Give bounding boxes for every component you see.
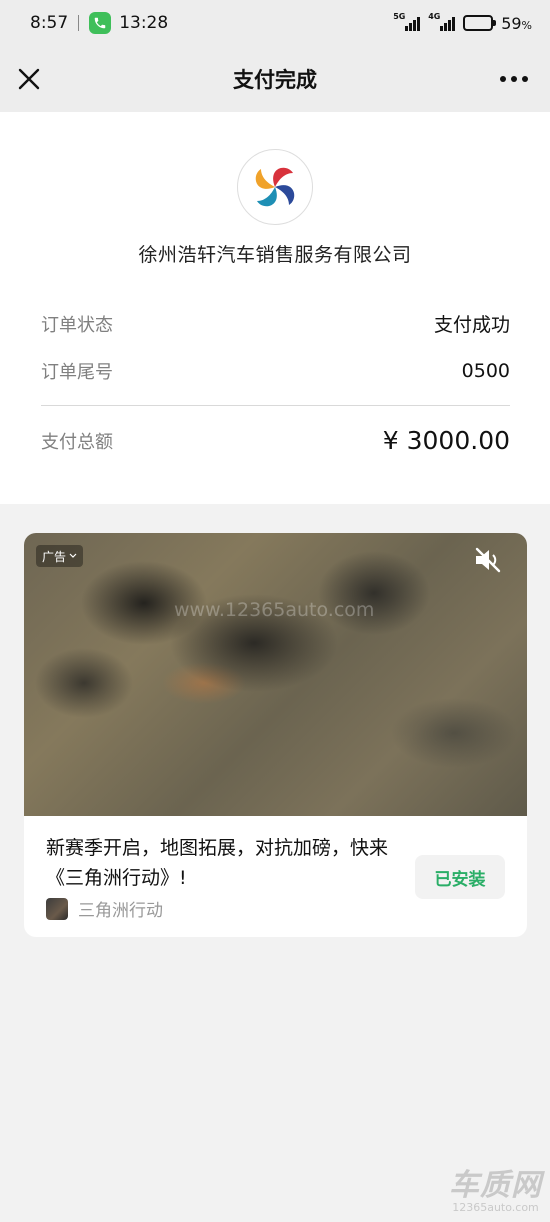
payment-summary-card: 徐州浩轩汽车销售服务有限公司 订单状态 支付成功 订单尾号 0500 支付总额 …: [0, 112, 550, 504]
order-tail-value: 0500: [461, 360, 510, 382]
total-label: 支付总额: [41, 431, 113, 453]
ad-headline[interactable]: 新赛季开启，地图拓展，对抗加磅，快来《三角洲行动》!: [46, 833, 391, 893]
speaker-muted-icon[interactable]: [473, 547, 503, 573]
merchant-logo: [237, 149, 313, 225]
order-status-row: 订单状态 支付成功: [41, 310, 510, 337]
total-amount: ¥ 3000.00: [382, 426, 510, 455]
watermark-brand: 车质网: [449, 1168, 542, 1203]
divider: [41, 405, 510, 406]
phone-call-icon[interactable]: [89, 12, 112, 34]
merchant-name: 徐州浩轩汽车销售服务有限公司: [138, 244, 412, 266]
battery-icon: [463, 15, 497, 31]
order-status-label: 订单状态: [41, 314, 113, 336]
total-row: 支付总额 ¥ 3000.00: [41, 426, 510, 455]
clock: 8:57: [30, 13, 69, 33]
close-icon[interactable]: [16, 66, 42, 92]
status-divider: [78, 15, 80, 31]
order-tail-row: 订单尾号 0500: [41, 358, 510, 384]
app-name: 三角洲行动: [78, 901, 163, 921]
call-duration: 13:28: [119, 13, 169, 33]
video-watermark: www.12365auto.com: [174, 599, 375, 621]
battery-percent: 59%: [501, 13, 532, 33]
status-bar: 8:57 13:28 5G 4G 59%: [0, 0, 550, 46]
pinwheel-logo: [255, 167, 295, 207]
app-icon: [46, 897, 68, 920]
order-tail-label: 订单尾号: [41, 362, 113, 383]
ad-video[interactable]: www.12365auto.com 广告: [24, 533, 527, 816]
more-icon[interactable]: [500, 76, 528, 82]
order-status-value: 支付成功: [433, 314, 510, 336]
signal-5g-icon: 5G: [393, 12, 421, 31]
ad-badge[interactable]: 广告: [36, 545, 84, 567]
installed-button[interactable]: 已安装: [415, 855, 505, 899]
ad-app-info[interactable]: 三角洲行动: [46, 896, 163, 921]
corner-watermark: 车质网 12365auto.com: [449, 1170, 542, 1214]
chevron-down-icon: [69, 553, 77, 558]
page-title: 支付完成: [233, 68, 317, 92]
ad-card[interactable]: www.12365auto.com 广告 新赛季开启，地图拓展，对抗加磅，快来《…: [24, 533, 527, 937]
nav-bar: 支付完成: [0, 46, 550, 112]
signal-4g-icon: 4G: [428, 12, 456, 31]
watermark-url: 12365auto.com: [452, 1201, 539, 1214]
